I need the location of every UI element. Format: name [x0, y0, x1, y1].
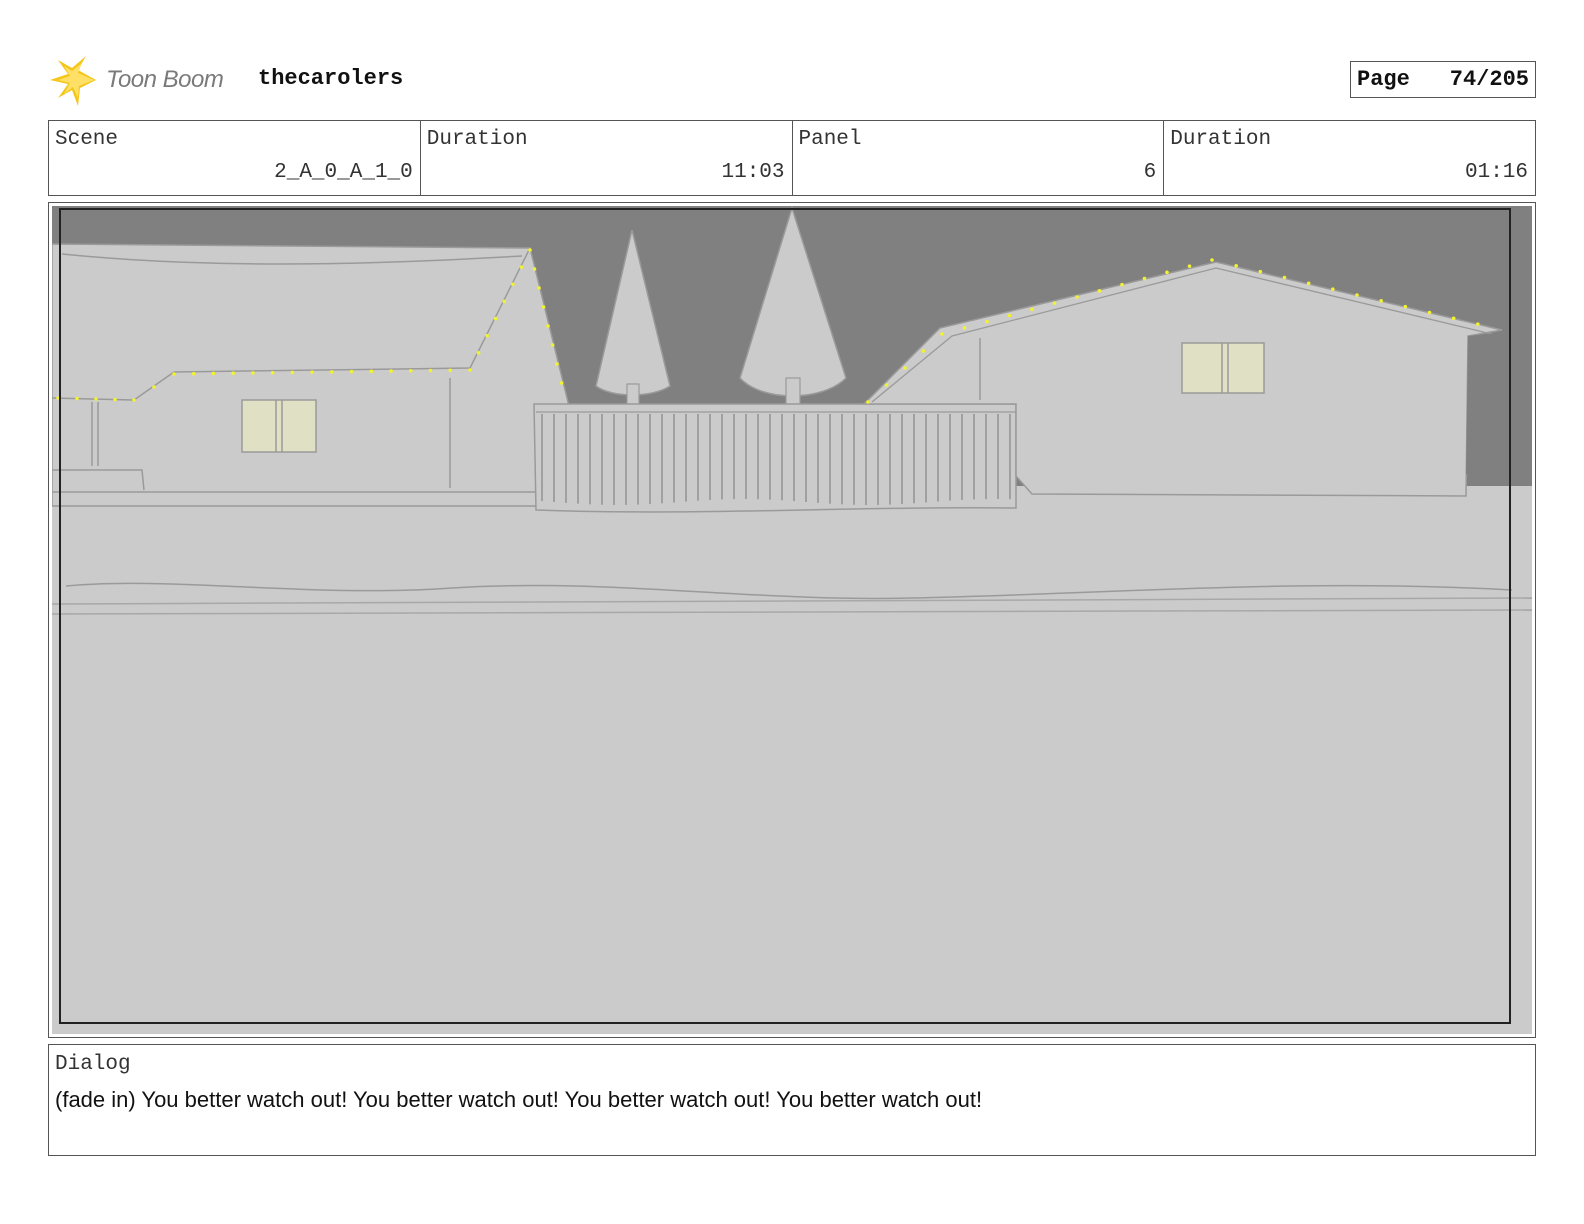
panel-duration-value: 01:16	[1464, 161, 1528, 184]
page-header: Toon Boom thecarolers Page 74/205	[48, 52, 1536, 110]
logo-text: Toon Boom	[106, 66, 224, 93]
panel-duration-label: Duration	[1170, 128, 1272, 151]
page-value: 74/205	[1449, 67, 1529, 92]
dialog-label: Dialog	[55, 1053, 131, 1076]
panel-info-row: Scene 2_A_0_A_1_0 Duration 11:03 Panel 6…	[48, 120, 1536, 196]
panel-cell: Panel 6	[793, 121, 1165, 195]
project-title: thecarolers	[258, 66, 404, 91]
scene-label: Scene	[55, 128, 119, 151]
page-label: Page	[1357, 67, 1410, 92]
panel-label: Panel	[798, 128, 862, 151]
starburst-logo-icon	[50, 56, 96, 106]
right-house-window	[1181, 342, 1265, 394]
scene-duration-value: 11:03	[721, 161, 785, 184]
panel-value: 6	[1143, 161, 1157, 184]
scene-value: 2_A_0_A_1_0	[274, 161, 413, 184]
scene-duration-cell: Duration 11:03	[421, 121, 793, 195]
fence	[533, 403, 1017, 513]
panel-drawing	[52, 206, 1532, 1034]
storyboard-panel	[48, 202, 1536, 1038]
scene-duration-label: Duration	[426, 128, 528, 151]
page-counter: Page 74/205	[1350, 61, 1536, 98]
left-house-window	[241, 399, 317, 453]
dialog-text: (fade in) You better watch out! You bett…	[55, 1087, 983, 1112]
ground	[52, 486, 1532, 1034]
panel-duration-cell: Duration 01:16	[1164, 121, 1535, 195]
dialog-section: Dialog (fade in) You better watch out! Y…	[48, 1044, 1536, 1156]
toon-boom-logo: Toon Boom	[48, 52, 248, 110]
left-house	[52, 243, 569, 507]
scene-cell: Scene 2_A_0_A_1_0	[49, 121, 421, 195]
